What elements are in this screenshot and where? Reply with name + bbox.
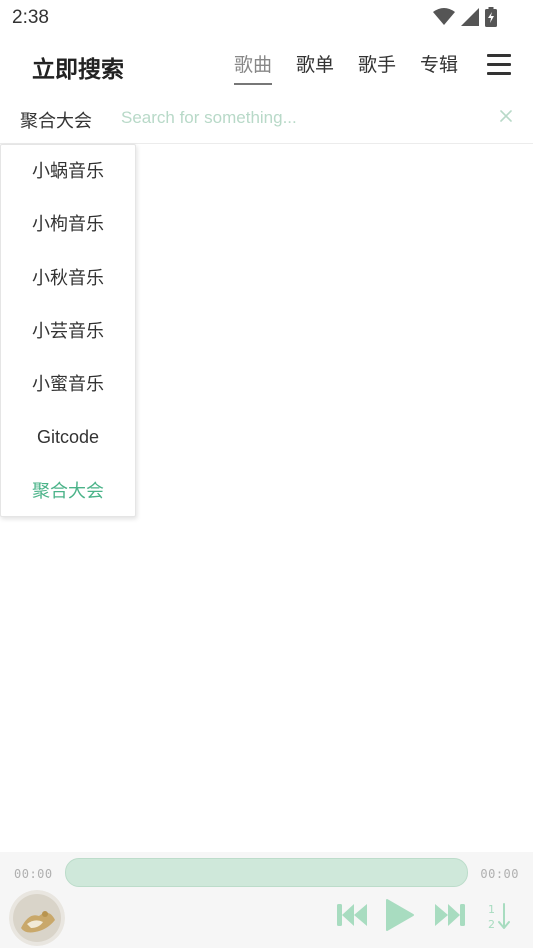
source-option-xiaoqiu[interactable]: 小秋音乐 (1, 252, 135, 305)
next-icon[interactable] (434, 900, 466, 930)
play-icon[interactable] (385, 898, 415, 932)
source-option-aggregate[interactable]: 聚合大会 (1, 465, 135, 518)
source-dropdown-menu: 小蜗音乐 小枸音乐 小秋音乐 小芸音乐 小蜜音乐 Gitcode 聚合大会 (0, 144, 136, 517)
status-time: 2:38 (12, 7, 49, 28)
battery-icon (485, 7, 497, 27)
page-title: 立即搜索 (32, 57, 124, 83)
source-option-xiaoyun[interactable]: 小芸音乐 (1, 305, 135, 358)
tab-albums[interactable]: 专辑 (420, 50, 458, 85)
source-select[interactable]: 聚合大会 (20, 107, 92, 133)
progress-bar[interactable] (65, 858, 468, 887)
tab-artists[interactable]: 歌手 (358, 50, 396, 85)
search-input[interactable] (121, 104, 481, 132)
hamburger-menu-icon[interactable] (487, 54, 511, 75)
close-icon[interactable] (499, 109, 513, 123)
previous-icon[interactable] (336, 900, 368, 930)
status-bar: 2:38 (0, 0, 533, 36)
tab-playlists[interactable]: 歌单 (296, 50, 334, 85)
search-bar: 聚合大会 (0, 92, 533, 144)
player-bar: 00:00 00:00 1 2 (0, 852, 533, 948)
source-option-xiaowo[interactable]: 小蜗音乐 (1, 145, 135, 198)
svg-text:1: 1 (488, 903, 495, 916)
status-icons (433, 7, 497, 27)
total-time: 00:00 (480, 867, 519, 881)
source-option-gitcode[interactable]: Gitcode (1, 411, 135, 464)
tab-bar: 歌曲 歌单 歌手 专辑 (234, 50, 482, 85)
play-order-icon[interactable]: 1 2 (486, 902, 512, 930)
cellular-signal-icon (461, 8, 479, 26)
wifi-icon (433, 8, 455, 25)
source-option-xiaogou[interactable]: 小枸音乐 (1, 198, 135, 251)
header: 立即搜索 歌曲 歌单 歌手 专辑 (0, 36, 533, 92)
cover-art[interactable] (9, 890, 65, 946)
source-option-xiaomi[interactable]: 小蜜音乐 (1, 358, 135, 411)
current-time: 00:00 (14, 867, 53, 881)
svg-text:2: 2 (488, 918, 495, 930)
tab-songs[interactable]: 歌曲 (234, 50, 273, 85)
